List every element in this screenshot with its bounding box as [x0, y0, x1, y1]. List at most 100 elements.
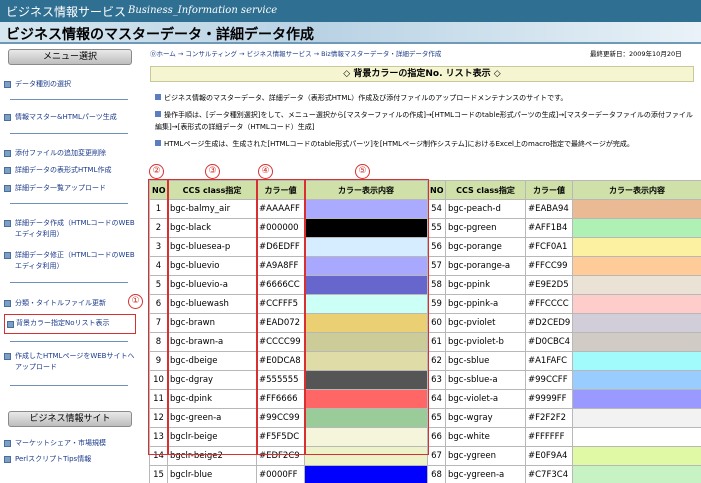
- css-class-name: bgc-sblue: [445, 351, 526, 371]
- color-value: #FFFFFF: [525, 427, 573, 447]
- color-value: #FF6666: [256, 389, 305, 409]
- row-no: 12: [149, 408, 168, 428]
- color-value: #D2CED9: [525, 313, 573, 333]
- color-swatch: [304, 408, 428, 428]
- sidebar-item-color-list[interactable]: 背景カラー指定Noリスト表示: [4, 314, 136, 334]
- row-no: 54: [427, 199, 446, 219]
- table-row: 7 bgc-brawn #EAD072 60 bgc-pviolet #D2CED9: [149, 313, 701, 333]
- marker-5: ⑤: [355, 164, 370, 179]
- sidebar-item-attachments[interactable]: 添付ファイルの追加変更削除: [4, 148, 136, 159]
- sidebar-item-category-update[interactable]: 分類・タイトルファイル更新: [4, 298, 136, 309]
- marker-3: ③: [205, 164, 220, 179]
- color-value: #C7F3C4: [525, 465, 573, 483]
- row-no: 57: [427, 256, 446, 276]
- color-value: #AAAAFF: [256, 199, 305, 219]
- generation-paragraph: HTMLページ生成は、生成された[HTMLコードのtable形式パーツ]を[HT…: [155, 138, 695, 150]
- color-value: #F5F5DC: [256, 427, 305, 447]
- color-swatch: [572, 199, 701, 219]
- color-swatch: [572, 237, 701, 257]
- color-swatch: [572, 446, 701, 466]
- bullet-icon: [155, 140, 161, 146]
- row-no: 11: [149, 389, 168, 409]
- css-class-name: bgc-porange-a: [445, 256, 526, 276]
- row-no: 6: [149, 294, 168, 314]
- css-class-name: bgc-pgreen: [445, 218, 526, 238]
- sidebar-item-master-html[interactable]: 情報マスター&HTMLパーツ生成: [4, 112, 136, 123]
- row-no: 62: [427, 351, 446, 371]
- color-value: #CCFFF5: [256, 294, 305, 314]
- bullet-icon: [4, 220, 11, 227]
- site-name[interactable]: ビジネス情報サービス: [6, 3, 126, 20]
- table-row: 14 bgclr-beige2 #EDF2C9 67 bgc-ygreen #E0F9A4: [149, 446, 701, 466]
- color-swatch: [304, 313, 428, 333]
- row-no: 1: [149, 199, 168, 219]
- table-row: 6 bgc-bluewash #CCFFF5 59 bgc-ppink-a #FFCCCC: [149, 294, 701, 314]
- color-value: #99CCFF: [525, 370, 573, 390]
- color-value: #EDF2C9: [256, 446, 305, 466]
- sidebar-item-detail-create[interactable]: 詳細データ作成（HTMLコードのWEBエディタ利用）: [4, 218, 136, 240]
- bullet-icon: [4, 252, 11, 259]
- css-class-name: bgc-green-a: [167, 408, 257, 428]
- row-no: 2: [149, 218, 168, 238]
- site-link-market-share[interactable]: マーケットシェア・市場規模: [4, 438, 136, 449]
- row-no: 55: [427, 218, 446, 238]
- table-row: 12 bgc-green-a #99CC99 65 bgc-wgray #F2F2F2: [149, 408, 701, 428]
- row-no: 7: [149, 313, 168, 333]
- color-swatch: [304, 465, 428, 483]
- row-no: 63: [427, 370, 446, 390]
- header-value: カラー値: [256, 180, 305, 200]
- sidebar-item-upload-site[interactable]: 作成したHTMLページをWEBサイトへアップロード: [4, 351, 136, 373]
- color-value: #AFF1B4: [525, 218, 573, 238]
- header-no: NO: [149, 180, 168, 200]
- color-swatch: [304, 351, 428, 371]
- css-class-name: bgc-brawn: [167, 313, 257, 333]
- color-swatch: [572, 465, 701, 483]
- table-row: 15 bgclr-blue #0000FF 68 bgc-ygreen-a #C7F3C4: [149, 465, 701, 483]
- row-no: 13: [149, 427, 168, 447]
- marker-2: ②: [149, 164, 164, 179]
- sidebar-divider: [10, 282, 128, 283]
- color-swatch: [304, 275, 428, 295]
- table-row: 10 bgc-dgray #555555 63 bgc-sblue-a #99CCFF: [149, 370, 701, 390]
- row-no: 59: [427, 294, 446, 314]
- sidebar-divider: [10, 99, 128, 100]
- color-swatch: [572, 256, 701, 276]
- sidebar-item-data-type[interactable]: データ種別の選択: [4, 79, 136, 90]
- color-swatch: [572, 294, 701, 314]
- color-swatch: [572, 313, 701, 333]
- css-class-name: bgc-ppink-a: [445, 294, 526, 314]
- header-no: NO: [427, 180, 446, 200]
- sidebar: メニュー選択 データ種別の選択 情報マスター&HTMLパーツ生成 添付ファイルの…: [0, 45, 143, 483]
- color-swatch: [572, 218, 701, 238]
- css-class-name: bgc-violet-a: [445, 389, 526, 409]
- color-value: #A9A8FF: [256, 256, 305, 276]
- color-value: #555555: [256, 370, 305, 390]
- last-updated: 最終更新日：2009年10月20日: [590, 50, 682, 58]
- row-no: 3: [149, 237, 168, 257]
- page-title: ビジネス情報のマスターデータ・詳細データ作成: [6, 27, 314, 43]
- css-class-name: bgclr-beige2: [167, 446, 257, 466]
- table-row: 13 bgclr-beige #F5F5DC 66 bgc-white #FFFFFF: [149, 427, 701, 447]
- site-link-perl-tips[interactable]: PerlスクリプトTips情報: [4, 454, 136, 465]
- bullet-icon: [4, 150, 11, 157]
- css-class-name: bgc-peach-d: [445, 199, 526, 219]
- color-value: #D6EDFF: [256, 237, 305, 257]
- table-row: 3 bgc-bluesea-p #D6EDFF 56 bgc-porange #FCF0A…: [149, 237, 701, 257]
- sidebar-item-upload-list[interactable]: 詳細データ一覧アップロード: [4, 183, 136, 194]
- sidebar-item-detail-edit[interactable]: 詳細データ修正（HTMLコードのWEBエディタ利用）: [4, 250, 136, 272]
- css-class-name: bgclr-blue: [167, 465, 257, 483]
- site-subtitle: Business_Information service: [128, 5, 278, 16]
- color-value: #F2F2F2: [525, 408, 573, 428]
- table-row: 9 bgc-dbeige #E0DCA8 62 bgc-sblue #A1FAFC: [149, 351, 701, 371]
- bullet-icon: [7, 321, 14, 328]
- css-class-name: bgclr-beige: [167, 427, 257, 447]
- sidebar-item-detail-table[interactable]: 詳細データの表形式HTML作成: [4, 165, 136, 176]
- css-class-name: bgc-porange: [445, 237, 526, 257]
- app-window: ビジネス情報サービス Business_Information service …: [0, 0, 701, 483]
- breadcrumb[interactable]: ⓪ホーム → コンサルティング → ビジネス情報サービス → Biz情報マスター…: [150, 48, 441, 58]
- css-class-name: bgc-bluevio: [167, 256, 257, 276]
- color-swatch: [572, 370, 701, 390]
- bullet-icon: [4, 185, 11, 192]
- row-no: 14: [149, 446, 168, 466]
- color-value: #EAD072: [256, 313, 305, 333]
